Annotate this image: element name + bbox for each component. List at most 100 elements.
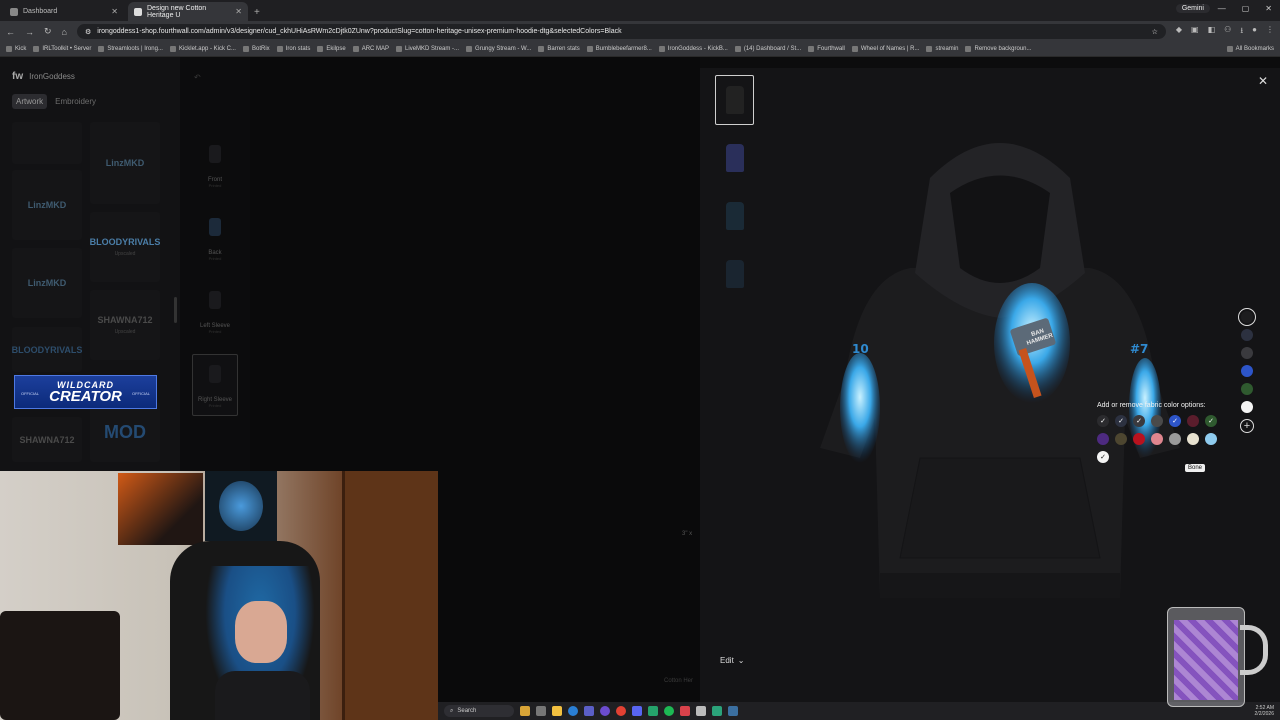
extension-icon[interactable]: ◆ [1176,25,1182,39]
bookmark-item[interactable]: Wheel of Names | R... [851,46,919,52]
bookmark-item[interactable]: Kick [6,46,26,52]
fabric-color-swatch[interactable] [1151,415,1163,427]
fabric-color-swatch[interactable]: ✓ [1115,415,1127,427]
taskbar-search[interactable]: ⌕ Search [444,705,514,717]
fabric-color-swatch[interactable] [1187,433,1199,445]
bookmark-item[interactable]: LiveMKD Stream -... [396,46,459,52]
view-front[interactable]: Front Printed [192,145,238,207]
bookmark-star-icon[interactable]: ☆ [1152,28,1158,36]
fabric-color-swatch[interactable] [1205,433,1217,445]
bookmark-item[interactable]: BotRix [242,46,270,52]
bookmark-item[interactable]: Streamloots | Irong... [98,46,163,52]
view-back[interactable]: Back Printed [192,218,238,280]
tab-designer[interactable]: Design new Cotton Heritage U ✕ [128,2,248,21]
spotify-icon[interactable] [664,706,674,716]
artwork-thumbnail[interactable]: SHAWNA712 Upscaled [90,290,160,360]
bookmark-item[interactable]: Ekilpse [317,46,346,52]
color-swatch[interactable] [1241,401,1253,413]
tab-close-icon[interactable]: ✕ [111,7,118,16]
artwork-thumbnail[interactable]: LinzMKD [12,248,82,318]
back-icon[interactable]: ← [6,27,15,37]
bookmark-item[interactable]: ARC MAP [352,46,389,52]
artwork-thumbnail[interactable]: LinzMKD [90,122,160,204]
fabric-color-swatch[interactable] [1097,433,1109,445]
menu-icon[interactable]: ⋮ [1266,25,1274,39]
color-swatch-selected[interactable] [1238,308,1256,326]
tab-dashboard[interactable]: Dashboard ✕ [4,2,124,21]
fabric-color-swatch[interactable]: ✓ [1133,415,1145,427]
artwork-scrollbar[interactable] [174,122,177,323]
bookmark-item[interactable]: Kicklet.app - Kick C... [169,46,236,52]
bookmark-item[interactable]: Remove backgroun... [965,46,1032,52]
tab-embroidery[interactable]: Embroidery [51,94,100,109]
new-tab-icon[interactable]: + [254,7,260,18]
close-icon[interactable]: ✕ [1258,74,1268,88]
download-icon[interactable]: ⭳ [1240,25,1243,39]
forward-icon[interactable]: → [25,27,34,37]
view-right-sleeve[interactable]: Right Sleeve Printed [192,354,238,416]
bookmark-item[interactable]: Grungy Stream - W... [466,46,531,52]
profile-icon[interactable]: ● [1252,25,1257,39]
artwork-thumbnail[interactable]: BLOODYRIVALS Upscaled [90,212,160,282]
artwork-thumbnail[interactable]: BLOODYRIVALS [12,327,82,372]
reload-icon[interactable]: ↻ [44,26,52,37]
fabric-color-swatch[interactable]: ✓ [1097,415,1109,427]
xbox-icon[interactable] [648,706,658,716]
bookmark-item[interactable]: Barren stats [538,46,580,52]
add-color-icon[interactable]: + [1240,419,1254,433]
bookmark-item[interactable]: IRLToolkit • Server [33,46,91,52]
app-icon[interactable] [712,706,722,716]
preview-thumb-front[interactable] [715,75,754,125]
edge-icon[interactable] [568,706,578,716]
app-icon[interactable] [600,706,610,716]
minimize-icon[interactable]: — [1218,4,1226,13]
home-icon[interactable]: ⌂ [62,27,67,37]
teams-icon[interactable] [584,706,594,716]
artwork-thumbnail[interactable]: MOD [90,402,160,462]
fabric-color-swatch[interactable] [1133,433,1145,445]
color-swatch[interactable] [1241,365,1253,377]
tab-artwork[interactable]: Artwork [12,94,48,109]
task-view-icon[interactable] [536,706,546,716]
bookmark-item[interactable]: Iron stats [276,46,310,52]
color-swatch[interactable] [1241,347,1253,359]
settings-icon[interactable] [696,706,706,716]
color-swatch[interactable] [1241,329,1253,341]
scroll-thumb[interactable] [174,297,177,323]
steam-icon[interactable] [728,706,738,716]
artwork-thumbnail[interactable]: LinzMKD [12,170,82,240]
fabric-color-swatch[interactable]: ✓ [1169,415,1181,427]
fabric-color-swatch[interactable] [1115,433,1127,445]
preview-thumb-left[interactable] [715,191,754,241]
bookmark-item[interactable]: Fourthwall [808,46,845,52]
app-icon[interactable] [520,706,530,716]
artwork-thumbnail[interactable] [12,122,82,164]
color-swatch[interactable] [1241,383,1253,395]
fabric-color-swatch[interactable] [1169,433,1181,445]
bookmark-folder[interactable]: streamin [926,46,958,52]
tab-close-icon[interactable]: ✕ [235,7,242,16]
chrome-icon[interactable] [616,706,626,716]
view-left-sleeve[interactable]: Left Sleeve Printed [192,291,238,353]
gemini-button[interactable]: Gemini [1175,4,1210,13]
fabric-color-swatch[interactable] [1187,415,1199,427]
app-icon[interactable] [680,706,690,716]
fabric-color-swatch[interactable] [1151,433,1163,445]
site-info-icon[interactable]: ⚙ [85,28,91,36]
system-clock[interactable]: 2:52 AM 2/2/2026 [1255,705,1274,717]
extension-icon[interactable]: ▣ [1191,25,1199,39]
discord-icon[interactable] [632,706,642,716]
bookmark-item[interactable]: (14) Dashboard / St... [734,46,801,52]
file-explorer-icon[interactable] [552,706,562,716]
preview-thumb-back[interactable] [715,133,754,183]
all-bookmarks[interactable]: All Bookmarks [1226,46,1274,52]
fabric-color-swatch[interactable]: ✓ [1097,451,1109,463]
extension-icon[interactable]: ⚇ [1224,25,1231,39]
edit-button[interactable]: Edit ⌄ [720,656,745,665]
preview-thumb-right[interactable] [715,249,754,299]
bookmark-item[interactable]: Bumblebeefarmer8... [586,46,652,52]
extension-icon[interactable]: ◧ [1208,25,1216,39]
artwork-thumbnail[interactable]: SHAWNA712 [12,417,82,462]
fabric-color-swatch[interactable]: ✓ [1205,415,1217,427]
close-window-icon[interactable]: ✕ [1265,4,1272,13]
